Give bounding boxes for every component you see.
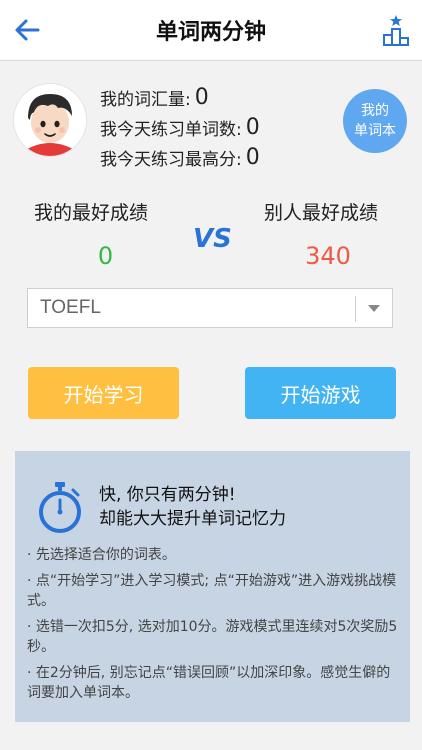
- chevron-down-icon[interactable]: [368, 305, 380, 313]
- start-study-button[interactable]: 开始学习: [28, 367, 179, 419]
- tips-headline-line1: 快, 你只有两分钟!: [99, 485, 236, 505]
- tips-headline-line2: 却能大大提升单词记忆力: [99, 509, 286, 529]
- tip-item: · 点“开始学习”进入学习模式; 点“开始游戏”进入游戏挑战模式。: [27, 573, 397, 609]
- tip-item: · 在2分钟后, 别忘记点“错误回顾”以加深印象。感觉生僻的词要加入单词本。: [27, 665, 391, 701]
- stopwatch-icon: [39, 482, 81, 533]
- today-words-label: 我今天练习单词数:: [100, 119, 242, 140]
- my-wordbook-button[interactable]: 我的 单词本: [343, 89, 407, 153]
- select-divider: [355, 296, 356, 322]
- wordlist-selected-value: TOEFL: [40, 297, 101, 318]
- today-best-stat: 我今天练习最高分: 0: [100, 142, 260, 172]
- tips-list: · 先选择适合你的词表。 · 点“开始学习”进入学习模式; 点“开始游戏”进入游…: [27, 545, 399, 709]
- vocab-value: 0: [194, 84, 209, 110]
- vocab-stat: 我的词汇量: 0: [100, 82, 260, 112]
- my-best-score: 0: [97, 242, 114, 270]
- others-best-score: 340: [305, 242, 351, 270]
- my-best-label: 我的最好成绩: [34, 202, 149, 224]
- today-best-label: 我今天练习最高分:: [100, 149, 242, 170]
- others-best-label: 别人最好成绩: [264, 202, 379, 224]
- tips-panel: 快, 你只有两分钟! 却能大大提升单词记忆力 · 先选择适合你的词表。 · 点“…: [15, 451, 410, 722]
- user-stats: 我的词汇量: 0 我今天练习单词数: 0 我今天练习最高分: 0: [100, 82, 260, 172]
- tip-item: · 选错一次扣5分, 选对加10分。游戏模式里连续对5次奖励5秒。: [27, 619, 398, 655]
- top-bar: 单词两分钟: [0, 0, 422, 61]
- today-words-stat: 我今天练习单词数: 0: [100, 112, 260, 142]
- avatar[interactable]: [14, 84, 86, 156]
- today-best-value: 0: [245, 144, 260, 170]
- wordlist-select[interactable]: TOEFL: [27, 288, 393, 328]
- wordbook-label-line1: 我的: [361, 103, 389, 119]
- boy-avatar-icon: [14, 84, 86, 156]
- podium-icon[interactable]: [382, 14, 410, 46]
- vs-label: VS: [193, 224, 232, 254]
- start-game-button[interactable]: 开始游戏: [245, 367, 396, 419]
- vocab-label: 我的词汇量:: [100, 89, 191, 110]
- tip-item: · 先选择适合你的词表。: [27, 547, 176, 563]
- page-title: 单词两分钟: [155, 20, 266, 45]
- wordbook-label-line2: 单词本: [354, 123, 396, 139]
- today-words-value: 0: [245, 114, 260, 140]
- tips-headline: 快, 你只有两分钟! 却能大大提升单词记忆力: [99, 483, 286, 531]
